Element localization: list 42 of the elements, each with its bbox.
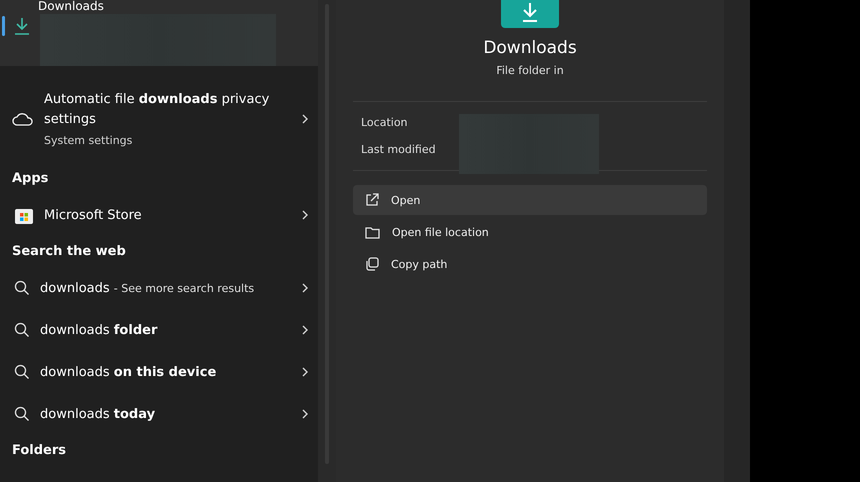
result-title: Automatic file downloads privacy settings — [44, 91, 270, 129]
copy-icon — [365, 257, 379, 271]
chevron-icon — [302, 114, 308, 124]
settings-result[interactable]: Automatic file downloads privacy settings System settings — [0, 74, 318, 163]
section-heading: Folders — [11, 442, 68, 460]
action-button[interactable]: Open — [353, 185, 707, 215]
search-result[interactable]: Downloads — [0, 0, 318, 66]
result-row[interactable]: downloads folder — [0, 309, 318, 351]
result-text: downloads today — [40, 406, 156, 422]
chevron-icon — [302, 210, 308, 220]
search-icon — [14, 406, 30, 422]
preview-subtitle: File folder in — [496, 64, 564, 77]
preview-title: Downloads — [483, 38, 577, 58]
section-heading: Search the web — [11, 243, 127, 261]
detail-label: Location — [360, 116, 409, 129]
chevron-icon — [302, 325, 308, 335]
result-subtitle: System settings — [44, 134, 134, 147]
result-text: downloads on this device — [40, 364, 218, 380]
result-text: downloads folder — [40, 322, 158, 338]
search-icon — [14, 364, 30, 380]
folder-icon — [365, 226, 380, 238]
result-text: Microsoft Store — [44, 208, 143, 222]
chevron-icon — [302, 283, 308, 293]
result-title: Downloads — [38, 0, 104, 13]
detail-label: Last modified — [360, 143, 437, 156]
download-folder-icon — [501, 0, 559, 30]
action-button[interactable]: Open file location — [353, 217, 707, 247]
result-row[interactable]: downloads on this device — [0, 351, 318, 393]
download-icon — [14, 17, 30, 35]
search-icon — [14, 280, 30, 296]
result-row[interactable]: downloads - See more search results — [0, 267, 318, 309]
chevron-icon — [302, 367, 308, 377]
result-row[interactable]: Microsoft Store — [0, 194, 318, 236]
result-text: downloads - See more search results — [40, 280, 256, 296]
cloud-icon — [12, 112, 34, 126]
external-link-icon — [365, 193, 379, 207]
search-icon — [14, 322, 30, 338]
action-button[interactable]: Copy path — [353, 249, 707, 279]
chevron-icon — [302, 409, 308, 419]
section-heading: Apps — [11, 170, 50, 188]
selection-indicator — [2, 16, 5, 36]
result-row[interactable]: downloads today — [0, 393, 318, 435]
